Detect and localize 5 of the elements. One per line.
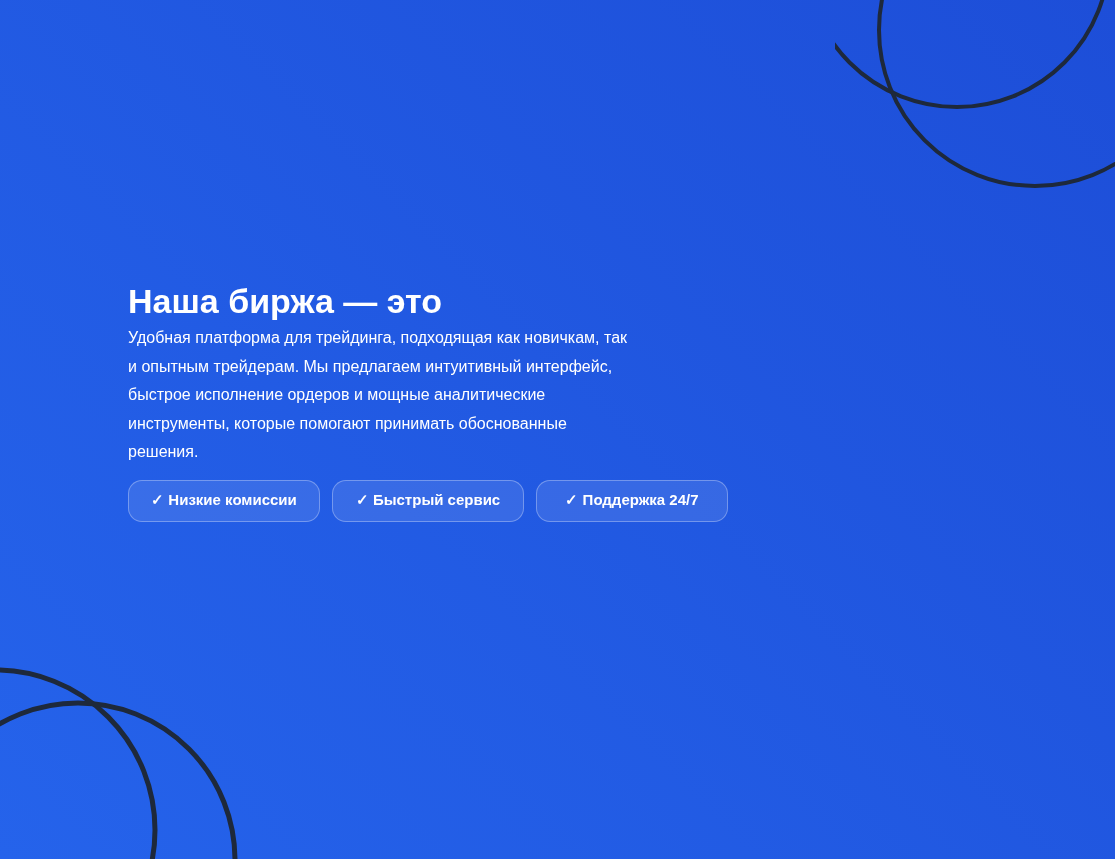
hero-description: Удобная платформа для трейдинга, подходящая как новичкам, так и опытным трейдерам. Мы предлагаем интуитивный интерфейс, быстрое исполнение ордеров и мощные аналитические инструменты, которые помогают принимать обоснованные решения.: [128, 328, 628, 462]
feature-badge: ✓ Низкие комиссии: [128, 479, 320, 522]
feature-badge: ✓ Быстрый сервис: [332, 479, 524, 522]
hero-title: Наша биржа — это: [128, 281, 442, 322]
feature-badge: ✓ Поддержка 24/7: [536, 479, 728, 522]
